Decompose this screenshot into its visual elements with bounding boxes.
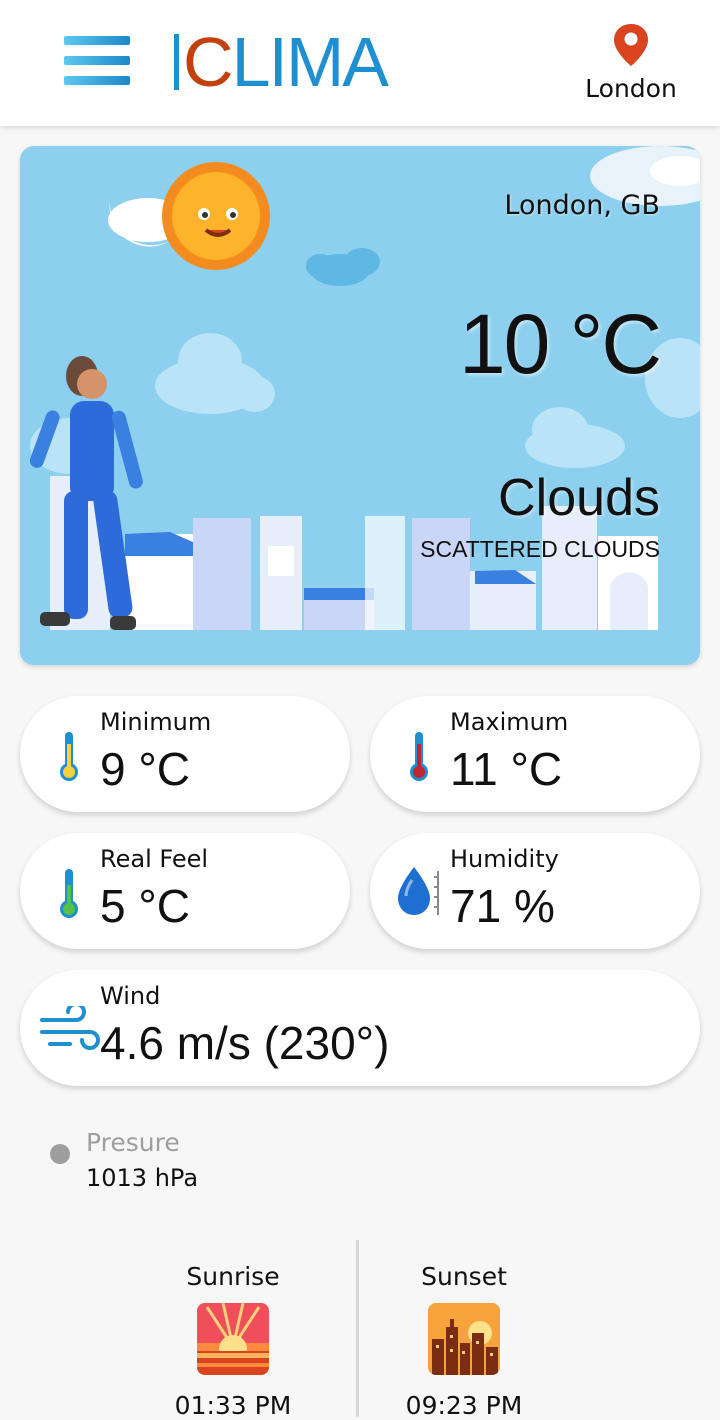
card-value: 11 °C (450, 743, 563, 795)
wind-icon (40, 1006, 100, 1050)
app-header: CLIMA London (0, 0, 720, 126)
sunset-label: Sunset (421, 1262, 507, 1291)
card-label: Maximum (450, 708, 569, 736)
sunset-time: 09:23 PM (405, 1391, 523, 1420)
location-label: London (585, 74, 677, 103)
current-temperature: 10 °C (458, 297, 662, 391)
wind-card: Wind 4.6 m/s (230°) (20, 970, 700, 1086)
thermometer-icon (60, 732, 78, 781)
sunset-section: Sunset 09:23 PM (384, 1262, 544, 1420)
sunset-city-icon (428, 1303, 500, 1375)
divider (356, 1240, 359, 1417)
card-value: 5 °C (100, 880, 190, 932)
water-drop-icon (398, 867, 439, 915)
min-temp-card: Minimum 9 °C (20, 696, 350, 812)
city-name: London, GB (504, 190, 660, 221)
card-label: Humidity (450, 845, 559, 873)
sunrise-time: 01:33 PM (174, 1391, 292, 1420)
card-value: 4.6 m/s (230°) (100, 1017, 390, 1069)
weather-description: SCATTERED CLOUDS (420, 536, 660, 562)
sunrise-label: Sunrise (186, 1262, 280, 1291)
sunrise-section: Sunrise 01:33 PM (153, 1262, 313, 1420)
thermometer-icon (410, 732, 428, 781)
weather-condition: Clouds (498, 469, 660, 527)
app-logo: CLIMA (174, 22, 389, 102)
thermometer-icon (60, 869, 78, 918)
sunrise-icon (197, 1303, 269, 1375)
pressure-dot-icon (50, 1144, 70, 1164)
max-temp-card: Maximum 11 °C (370, 696, 700, 812)
humidity-card: Humidity 71 % (370, 833, 700, 949)
weather-hero-card: London, GB 10 °C Clouds SCATTERED CLOUDS (20, 146, 700, 665)
walking-person-illustration (29, 356, 143, 630)
sun-character-icon (162, 162, 270, 270)
pressure-value: 1013 hPa (86, 1164, 199, 1192)
location-button[interactable]: London (576, 22, 686, 112)
real-feel-card: Real Feel 5 °C (20, 833, 350, 949)
card-label: Real Feel (100, 845, 209, 873)
hamburger-menu-icon[interactable] (64, 36, 130, 88)
card-label: Wind (100, 982, 161, 1010)
map-pin-icon (614, 24, 648, 66)
card-value: 71 % (450, 880, 555, 932)
card-label: Minimum (100, 708, 212, 736)
card-value: 9 °C (100, 743, 190, 795)
pressure-label: Presure (86, 1128, 180, 1157)
city-illustration (20, 146, 700, 665)
